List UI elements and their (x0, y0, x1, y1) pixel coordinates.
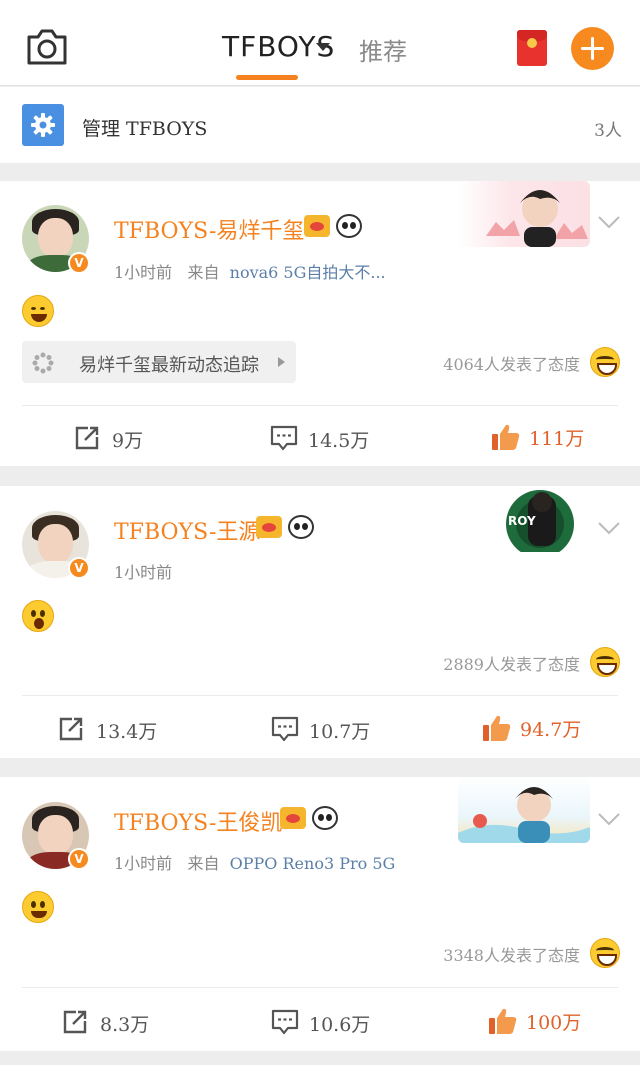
card-banner-image (458, 777, 590, 843)
post-meta: 1小时前 (114, 559, 172, 583)
like-button[interactable]: 100万 (488, 1005, 598, 1035)
surprised-emoji-icon (22, 600, 54, 632)
chevron-right-icon (278, 357, 285, 367)
camera-icon[interactable] (26, 28, 68, 66)
active-tab-indicator (236, 75, 298, 80)
like-button[interactable]: 94.7万 (482, 712, 602, 742)
compose-plus-button[interactable] (571, 27, 614, 70)
crown-icon (280, 807, 306, 829)
verified-badge-icon: V (68, 557, 90, 579)
comment-button[interactable]: 10.7万 (271, 714, 401, 744)
post-meta: 1小时前 来自 OPPO Reno3 Pro 5G (114, 850, 395, 874)
like-button[interactable]: 111万 (491, 421, 601, 451)
post-card: V TFBOYS-王俊凯 1小时前 来自 OPPO Reno3 Pro 5G 3… (0, 777, 640, 1051)
banner-text: ROY (508, 514, 536, 528)
chevron-down-icon[interactable] (316, 43, 330, 51)
thumbs-up-icon (492, 424, 520, 450)
repost-count: 13.4万 (96, 721, 158, 743)
post-author-name[interactable]: TFBOYS-王源 (114, 514, 260, 546)
comment-icon (271, 716, 299, 742)
gear-icon (22, 104, 64, 146)
grin-emoji-icon (590, 938, 620, 968)
chevron-down-icon[interactable] (598, 812, 620, 826)
thumbs-up-icon (483, 715, 511, 741)
post-card: V TFBOYS-易烊千玺 1小时前 来自 nova6 5G自拍大不... 易烊… (0, 181, 640, 466)
manage-label: 管理 TFBOYS (82, 118, 208, 140)
post-card: V TFBOYS-王源 1小时前 ROY 2889人发表了态度 13.4万 10… (0, 486, 640, 758)
verified-badge-icon: V (68, 252, 90, 274)
post-from-label: 来自 (187, 854, 220, 873)
post-source[interactable]: OPPO Reno3 Pro 5G (230, 854, 396, 873)
divider (22, 987, 618, 988)
panda-icon (312, 806, 338, 830)
smile-emoji-icon (22, 891, 54, 923)
comment-icon (271, 1009, 299, 1035)
crown-icon (256, 516, 282, 538)
post-author-name[interactable]: TFBOYS-王俊凯 (114, 805, 282, 837)
card-banner-image: ROY (458, 486, 590, 552)
comment-button[interactable]: 10.6万 (271, 1007, 401, 1037)
manage-group-row[interactable]: 管理 TFBOYS 3人 (0, 87, 640, 163)
repost-button[interactable]: 13.4万 (58, 714, 178, 744)
repost-count: 9万 (112, 430, 144, 452)
attitude-count[interactable]: 4064人发表了态度 (443, 351, 580, 375)
chevron-down-icon[interactable] (598, 215, 620, 229)
divider (22, 405, 618, 406)
tab-recommend[interactable]: 推荐 (359, 32, 407, 67)
verified-badge-icon: V (68, 848, 90, 870)
like-count: 111万 (529, 428, 585, 450)
red-packet-icon[interactable] (517, 30, 547, 66)
trending-topic-label: 易烊千玺最新动态追踪 (79, 355, 259, 376)
trending-topic-chip[interactable]: 易烊千玺最新动态追踪 (22, 341, 296, 383)
grin-emoji-icon (590, 647, 620, 677)
laughing-emoji-icon (22, 295, 54, 327)
card-banner-image (458, 181, 590, 247)
top-nav-bar: TFBOYS 推荐 (0, 0, 640, 86)
repost-icon (63, 1010, 87, 1034)
comment-button[interactable]: 14.5万 (270, 423, 400, 453)
like-count: 94.7万 (520, 719, 582, 741)
post-author-name[interactable]: TFBOYS-易烊千玺 (114, 213, 304, 245)
chevron-down-icon[interactable] (598, 521, 620, 535)
crown-icon (304, 215, 330, 237)
thumbs-up-icon (489, 1008, 517, 1034)
grin-emoji-icon (590, 347, 620, 377)
comment-count: 10.7万 (309, 721, 371, 743)
like-count: 100万 (526, 1012, 582, 1034)
member-count: 3人 (594, 121, 622, 141)
attitude-count[interactable]: 3348人发表了态度 (443, 942, 580, 966)
post-source[interactable]: nova6 5G自拍大不... (230, 263, 386, 282)
post-time: 1小时前 (114, 563, 173, 582)
comment-count: 10.6万 (309, 1014, 371, 1036)
panda-icon (336, 214, 362, 238)
post-time: 1小时前 (114, 854, 173, 873)
repost-button[interactable]: 8.3万 (62, 1007, 172, 1037)
panda-icon (288, 515, 314, 539)
post-meta: 1小时前 来自 nova6 5G自拍大不... (114, 259, 386, 283)
post-time: 1小时前 (114, 263, 173, 282)
comment-icon (270, 425, 298, 451)
repost-button[interactable]: 9万 (74, 423, 184, 453)
comment-count: 14.5万 (308, 430, 370, 452)
repost-icon (59, 717, 83, 741)
spinner-icon (32, 352, 54, 374)
repost-icon (75, 426, 99, 450)
post-from-label: 来自 (187, 263, 220, 282)
divider (22, 695, 618, 696)
repost-count: 8.3万 (100, 1014, 150, 1036)
attitude-count[interactable]: 2889人发表了态度 (443, 651, 580, 675)
